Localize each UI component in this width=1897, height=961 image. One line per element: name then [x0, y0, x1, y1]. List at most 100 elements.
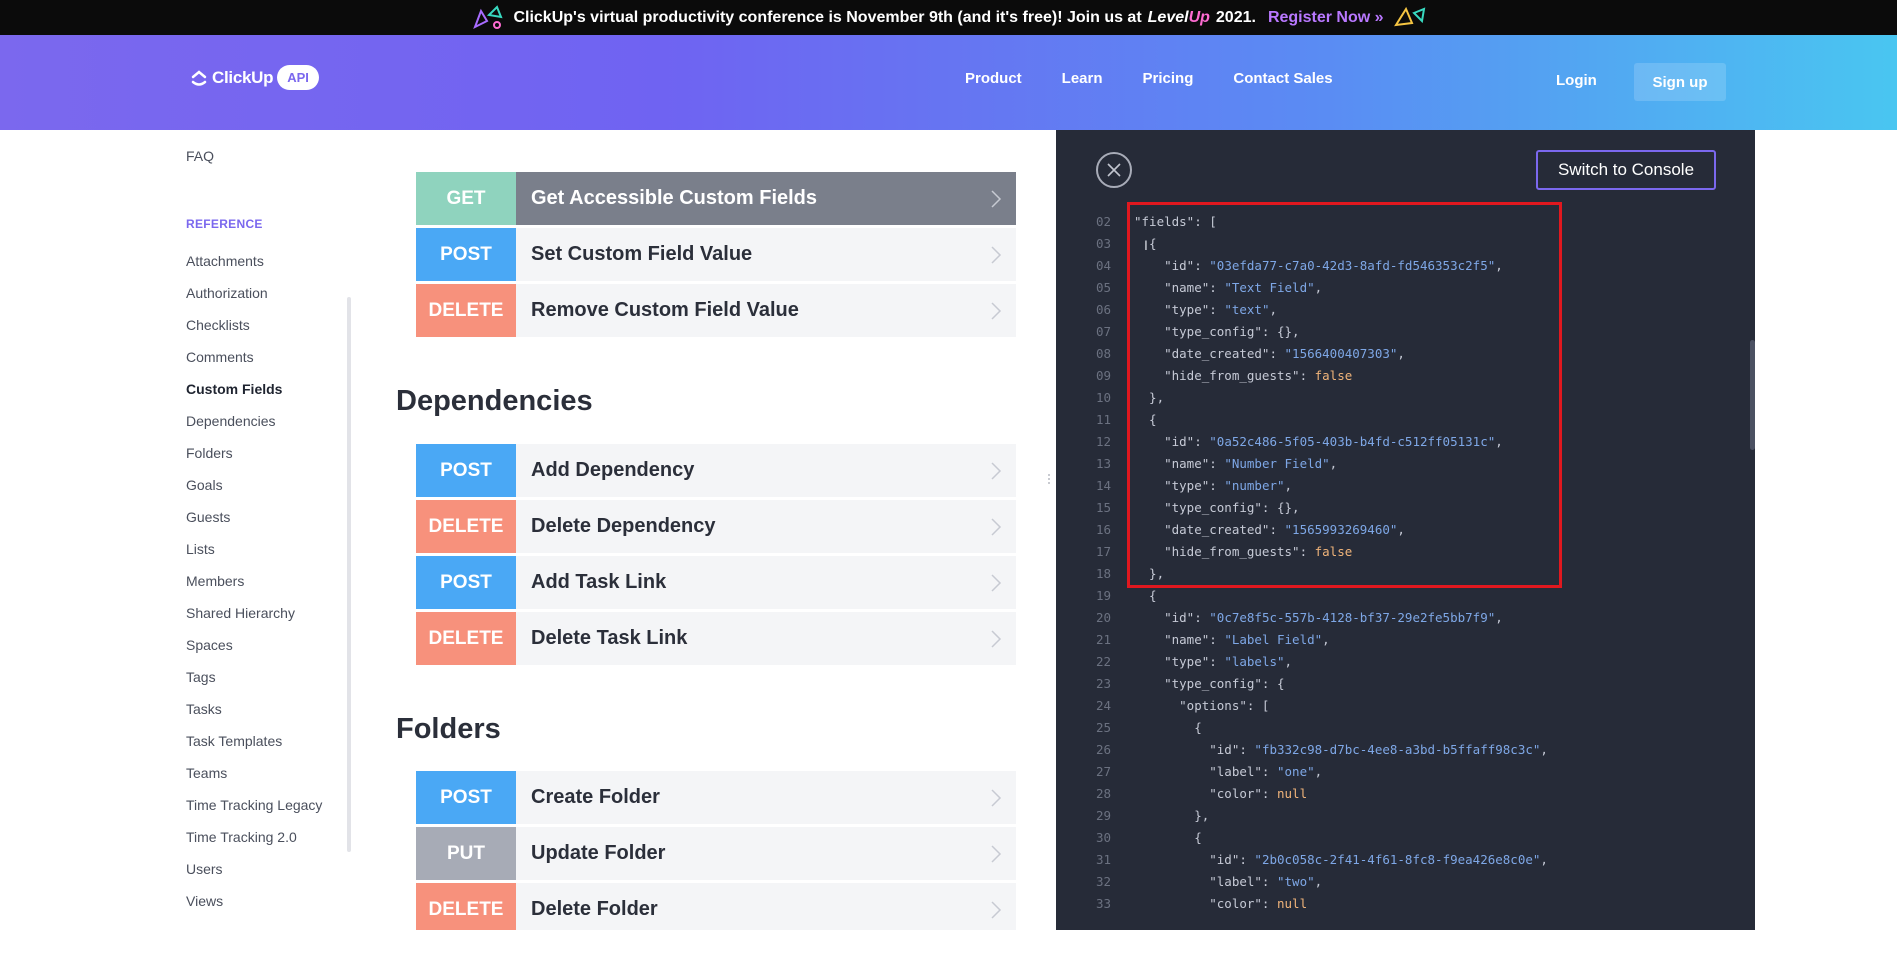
sidebar-item-goals[interactable]: Goals	[186, 477, 223, 493]
code-text: "options": [	[1134, 698, 1270, 713]
endpoint-update-folder[interactable]: PUT Update Folder	[416, 827, 1016, 880]
endpoint-title: Update Folder	[531, 842, 666, 864]
chevron-right-icon	[991, 788, 1002, 807]
sidebar-item-guests[interactable]: Guests	[186, 509, 230, 525]
method-badge: DELETE	[416, 284, 516, 337]
page-bottom	[0, 930, 1897, 961]
code-scrollbar[interactable]	[1750, 340, 1755, 450]
code-text: "color": null	[1134, 896, 1308, 911]
line-number: 27	[1096, 764, 1112, 779]
sidebar-item-tags[interactable]: Tags	[186, 669, 216, 685]
sidebar-item-lists[interactable]: Lists	[186, 541, 215, 557]
code-line: 20 "id": "0c7e8f5c-557b-4128-bf37-29e2fe…	[1096, 610, 1503, 632]
highlight-box	[1127, 202, 1562, 588]
endpoint-add-dependency[interactable]: POST Add Dependency	[416, 444, 1016, 497]
code-text: "label": "two",	[1134, 874, 1323, 889]
code-text: {	[1134, 720, 1202, 735]
code-text: "label": "one",	[1134, 764, 1323, 779]
promo-banner: ClickUp's virtual productivity conferenc…	[0, 0, 1897, 35]
line-number: 29	[1096, 808, 1112, 823]
sidebar-item-users[interactable]: Users	[186, 861, 223, 877]
line-number: 24	[1096, 698, 1112, 713]
method-badge: DELETE	[416, 883, 516, 936]
sidebar-item-shared-hierarchy[interactable]: Shared Hierarchy	[186, 605, 295, 621]
sidebar-item-folders[interactable]: Folders	[186, 445, 233, 461]
endpoint-delete-task-link[interactable]: DELETE Delete Task Link	[416, 612, 1016, 665]
api-badge: API	[277, 65, 319, 90]
code-line: 30 {	[1096, 830, 1202, 852]
clickup-api-logo[interactable]: ClickUp API	[190, 65, 319, 90]
nav-product[interactable]: Product	[965, 70, 1022, 87]
line-number: 28	[1096, 786, 1112, 801]
switch-to-console-button[interactable]: Switch to Console	[1536, 150, 1716, 190]
code-line: 31 "id": "2b0c058c-2f41-4f61-8fc8-f9ea42…	[1096, 852, 1548, 874]
endpoint-title: Delete Folder	[531, 898, 658, 920]
close-panel-button[interactable]	[1096, 152, 1132, 188]
method-badge: DELETE	[416, 500, 516, 553]
code-text: {	[1134, 830, 1202, 845]
code-text: },	[1134, 808, 1210, 823]
text-cursor-icon: I	[1144, 237, 1148, 253]
sidebar-item-faq[interactable]: FAQ	[186, 148, 214, 164]
chevron-right-icon	[991, 301, 1002, 320]
sidebar-item-time-tracking-legacy[interactable]: Time Tracking Legacy	[186, 797, 322, 813]
sidebar-item-attachments[interactable]: Attachments	[186, 253, 264, 269]
code-text: "type": "labels",	[1134, 654, 1293, 669]
code-line: 23 "type_config": {	[1096, 676, 1285, 698]
levelup-logo: LevelUp	[1148, 9, 1210, 27]
code-text: "type_config": {	[1134, 676, 1285, 691]
endpoint-set-custom-field-value[interactable]: POST Set Custom Field Value	[416, 228, 1016, 281]
chevron-right-icon	[991, 844, 1002, 863]
line-number: 26	[1096, 742, 1112, 757]
sidebar-item-authorization[interactable]: Authorization	[186, 285, 268, 301]
sidebar-item-tasks[interactable]: Tasks	[186, 701, 222, 717]
line-number: 21	[1096, 632, 1112, 647]
method-badge: DELETE	[416, 612, 516, 665]
sidebar-item-task-templates[interactable]: Task Templates	[186, 733, 282, 749]
code-text: "id": "fb332c98-d7bc-4ee8-a3bd-b5ffaff98…	[1134, 742, 1548, 757]
chevron-right-icon	[991, 517, 1002, 536]
sidebar-item-comments[interactable]: Comments	[186, 349, 254, 365]
site-header: ClickUp API Product Learn Pricing Contac…	[0, 35, 1897, 130]
chevron-right-icon	[991, 629, 1002, 648]
method-badge: POST	[416, 556, 516, 609]
sidebar-item-teams[interactable]: Teams	[186, 765, 227, 781]
nav-pricing[interactable]: Pricing	[1143, 70, 1194, 87]
nav-contact-sales[interactable]: Contact Sales	[1233, 70, 1332, 87]
levelup-level: Level	[1147, 8, 1189, 26]
endpoint-add-task-link[interactable]: POST Add Task Link	[416, 556, 1016, 609]
sidebar-item-spaces[interactable]: Spaces	[186, 637, 233, 653]
endpoint-title: Delete Task Link	[531, 627, 688, 649]
code-text: "name": "Label Field",	[1134, 632, 1330, 647]
chevron-right-icon	[991, 189, 1002, 208]
resize-handle[interactable]	[1048, 474, 1052, 484]
code-line: 22 "type": "labels",	[1096, 654, 1292, 676]
register-now-link[interactable]: Register Now »	[1268, 9, 1384, 27]
endpoint-create-folder[interactable]: POST Create Folder	[416, 771, 1016, 824]
login-link[interactable]: Login	[1556, 72, 1597, 89]
endpoint-get-accessible-custom-fields[interactable]: GET Get Accessible Custom Fields	[416, 172, 1016, 225]
method-badge: POST	[416, 444, 516, 497]
sidebar-item-views[interactable]: Views	[186, 893, 223, 909]
endpoint-remove-custom-field-value[interactable]: DELETE Remove Custom Field Value	[416, 284, 1016, 337]
heading-folders: Folders	[396, 713, 501, 745]
endpoint-delete-folder[interactable]: DELETE Delete Folder	[416, 883, 1016, 936]
promo-year: 2021.	[1215, 8, 1256, 26]
nav-learn[interactable]: Learn	[1062, 70, 1103, 87]
sidebar-item-checklists[interactable]: Checklists	[186, 317, 250, 333]
sidebar-item-members[interactable]: Members	[186, 573, 244, 589]
chevron-right-icon	[991, 461, 1002, 480]
endpoint-delete-dependency[interactable]: DELETE Delete Dependency	[416, 500, 1016, 553]
endpoint-title: Create Folder	[531, 786, 660, 808]
chevron-right-icon	[991, 900, 1002, 919]
sidebar-item-custom-fields[interactable]: Custom Fields	[186, 381, 282, 397]
chevron-right-icon	[991, 573, 1002, 592]
confetti-icon	[473, 4, 504, 29]
code-line: 29 },	[1096, 808, 1209, 830]
code-text: "color": null	[1134, 786, 1308, 801]
sidebar-item-dependencies[interactable]: Dependencies	[186, 413, 276, 429]
sidebar-item-time-tracking-2[interactable]: Time Tracking 2.0	[186, 829, 297, 845]
sidebar-scrollbar[interactable]	[347, 297, 351, 852]
line-number: 31	[1096, 852, 1112, 867]
signup-button[interactable]: Sign up	[1634, 63, 1726, 101]
